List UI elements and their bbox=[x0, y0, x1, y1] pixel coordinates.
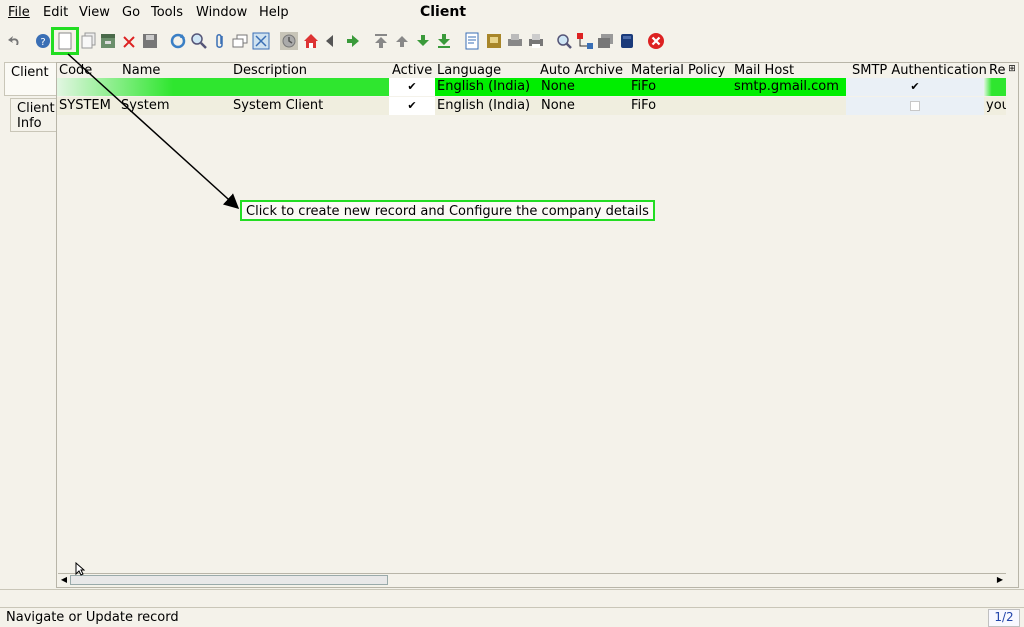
status-bar: Navigate or Update record 1/2 bbox=[0, 607, 1024, 627]
find-icon[interactable] bbox=[190, 32, 208, 50]
row1-mail-host[interactable]: smtp.gmail.com bbox=[732, 78, 846, 96]
row2-language[interactable]: English (India) bbox=[435, 97, 539, 115]
row1-smtp-auth-checkbox[interactable]: ✔ bbox=[846, 78, 984, 96]
column-header-material-policy[interactable]: Material Policy bbox=[631, 63, 725, 79]
column-menu-icon[interactable]: ⊞ bbox=[1006, 64, 1018, 74]
tab-client-label: Client bbox=[11, 65, 49, 80]
next-record-icon[interactable] bbox=[414, 32, 432, 50]
row2-active-checkbox[interactable]: ✔ bbox=[389, 97, 435, 115]
column-header-code[interactable]: Code bbox=[59, 63, 92, 79]
forward-icon[interactable] bbox=[344, 32, 362, 50]
scroll-left-icon[interactable]: ◀ bbox=[59, 575, 69, 585]
home-icon[interactable] bbox=[302, 32, 320, 50]
undo-icon[interactable] bbox=[6, 32, 24, 50]
previous-record-icon[interactable] bbox=[393, 32, 411, 50]
column-header-req[interactable]: Req bbox=[989, 63, 1006, 79]
scrollbar-thumb[interactable] bbox=[70, 575, 388, 585]
row1-auto-archive[interactable]: None bbox=[539, 78, 629, 96]
row1-material-policy[interactable]: FiFo bbox=[629, 78, 732, 96]
row2-mail-host[interactable] bbox=[732, 97, 846, 115]
column-header-name[interactable]: Name bbox=[122, 63, 160, 79]
row2-smtp-auth-checkbox[interactable] bbox=[846, 97, 984, 115]
mouse-cursor-icon bbox=[75, 562, 85, 576]
attachment-icon[interactable] bbox=[211, 32, 229, 50]
grid-toggle-icon[interactable] bbox=[252, 32, 270, 50]
workflow-icon[interactable] bbox=[576, 32, 594, 50]
tab-client-info-label-line1: Client bbox=[17, 101, 55, 116]
toolbar: ? bbox=[0, 27, 1024, 56]
column-header-mail-host[interactable]: Mail Host bbox=[734, 63, 794, 79]
row2-description[interactable]: System Client bbox=[231, 97, 389, 115]
column-header-active[interactable]: Active bbox=[392, 63, 432, 79]
window-title: Client bbox=[419, 4, 467, 20]
delete-icon[interactable] bbox=[120, 32, 138, 50]
print-icon[interactable] bbox=[527, 32, 545, 50]
archived-docs-icon[interactable] bbox=[485, 32, 503, 50]
product-info-icon[interactable] bbox=[618, 32, 636, 50]
save-icon[interactable] bbox=[141, 32, 159, 50]
row1-code-name-description[interactable] bbox=[57, 78, 389, 96]
back-icon[interactable] bbox=[323, 32, 341, 50]
row2-code[interactable]: SYSTEM bbox=[57, 97, 119, 115]
last-record-icon[interactable] bbox=[435, 32, 453, 50]
status-message: Navigate or Update record bbox=[6, 610, 179, 625]
horizontal-scrollbar[interactable]: ◀ ▶ bbox=[58, 573, 1006, 586]
column-header-description[interactable]: Description bbox=[233, 63, 307, 79]
svg-text:?: ? bbox=[40, 37, 45, 48]
tab-client-info[interactable]: Client Info bbox=[10, 98, 56, 132]
column-header-smtp-authentication[interactable]: SMTP Authentication bbox=[852, 63, 987, 79]
column-header-auto-archive[interactable]: Auto Archive bbox=[540, 63, 623, 79]
print-preview-icon[interactable] bbox=[506, 32, 524, 50]
client-grid: Code Name Description Active Language Au… bbox=[56, 62, 1019, 588]
row2-name[interactable]: System bbox=[119, 97, 231, 115]
close-icon[interactable] bbox=[647, 32, 665, 50]
refresh-icon[interactable] bbox=[169, 32, 187, 50]
first-record-icon[interactable] bbox=[372, 32, 390, 50]
multi-view-icon[interactable] bbox=[231, 32, 249, 50]
new-record-icon[interactable] bbox=[51, 27, 79, 55]
tab-client[interactable]: Client bbox=[4, 62, 56, 96]
record-count[interactable]: 1/2 bbox=[988, 609, 1020, 627]
zoom-across-icon[interactable] bbox=[555, 32, 573, 50]
divider bbox=[0, 589, 1024, 590]
tab-client-info-label-line2: Info bbox=[17, 116, 42, 131]
row1-language[interactable]: English (India) bbox=[435, 78, 539, 96]
column-header-language[interactable]: Language bbox=[437, 63, 501, 79]
request-icon[interactable] bbox=[597, 32, 615, 50]
help-icon[interactable]: ? bbox=[34, 32, 52, 50]
history-icon[interactable] bbox=[280, 32, 298, 50]
row2-auto-archive[interactable]: None bbox=[539, 97, 629, 115]
annotation-callout: Click to create new record and Configure… bbox=[240, 200, 655, 221]
scroll-right-icon[interactable]: ▶ bbox=[995, 575, 1005, 585]
row1-req[interactable] bbox=[984, 78, 1006, 96]
row2-material-policy[interactable]: FiFo bbox=[629, 97, 732, 115]
unchecked-box-icon bbox=[910, 101, 920, 111]
row2-req[interactable]: you bbox=[984, 97, 1006, 115]
copy-record-icon[interactable] bbox=[80, 32, 98, 50]
report-icon[interactable] bbox=[463, 32, 481, 50]
archive-icon[interactable] bbox=[99, 32, 117, 50]
row1-active-checkbox[interactable]: ✔ bbox=[389, 78, 435, 96]
menu-bar: File Edit View Go Tools Window Help Clie… bbox=[0, 0, 1024, 26]
